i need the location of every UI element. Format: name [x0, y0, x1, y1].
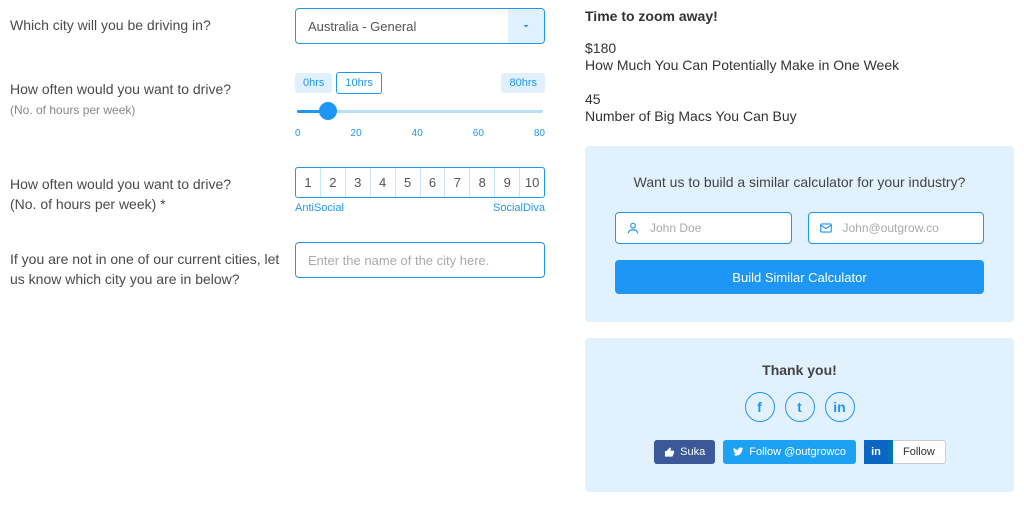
metric-value: $180 [585, 40, 1014, 56]
twitter-bird-icon [733, 447, 744, 458]
slider-ticks: 0 20 40 60 80 [295, 128, 545, 139]
metric-desc: How Much You Can Potentially Make in One… [585, 57, 1014, 73]
city-select[interactable]: Australia - General [295, 8, 545, 44]
facebook-like-button[interactable]: Suka [654, 440, 715, 464]
thanks-title: Thank you! [615, 362, 984, 378]
linkedin-badge-icon: in [864, 440, 888, 464]
name-placeholder: John Doe [650, 221, 701, 235]
thanks-card: Thank you! f t in Suka Follow @outgrowco… [585, 338, 1014, 492]
linkedin-follow-label: Follow [893, 440, 946, 464]
name-field[interactable]: John Doe [615, 212, 792, 244]
rating-cell[interactable]: 7 [445, 168, 470, 197]
question-rating-sub: (No. of hours per week) * [10, 195, 280, 215]
metric-desc: Number of Big Macs You Can Buy [585, 108, 1014, 124]
linkedin-icon[interactable]: in [825, 392, 855, 422]
rating-cell[interactable]: 6 [421, 168, 446, 197]
cta-card: Want us to build a similar calculator fo… [585, 146, 1014, 322]
rating-low: AntiSocial [295, 202, 344, 214]
twitter-follow-button[interactable]: Follow @outgrowco [723, 440, 856, 464]
results-headline: Time to zoom away! [585, 8, 1014, 24]
question-hours-sub: (No. of hours per week) [10, 103, 280, 117]
rating-cell[interactable]: 4 [371, 168, 396, 197]
question-hours-label: How often would you want to drive? [10, 80, 280, 100]
rating-cell[interactable]: 2 [321, 168, 346, 197]
city-select-value: Australia - General [308, 19, 416, 34]
rating-cell[interactable]: 5 [396, 168, 421, 197]
email-placeholder: John@outgrow.co [843, 221, 939, 235]
rating-high: SocialDiva [493, 202, 545, 214]
question-city-label: Which city will you be driving in? [10, 16, 280, 36]
linkedin-follow-button[interactable]: in Follow [864, 440, 945, 464]
slider-value-chip: 10hrs [336, 72, 382, 94]
follow-label: Follow @outgrowco [749, 446, 846, 458]
rating-cell[interactable]: 3 [346, 168, 371, 197]
other-city-input[interactable] [295, 242, 545, 278]
rating-cell[interactable]: 1 [296, 168, 321, 197]
thumbs-up-icon [664, 447, 675, 458]
facebook-icon[interactable]: f [745, 392, 775, 422]
cta-prompt: Want us to build a similar calculator fo… [615, 174, 984, 190]
build-calculator-button[interactable]: Build Similar Calculator [615, 260, 984, 294]
metric-value: 45 [585, 91, 1014, 107]
rating-cell[interactable]: 9 [495, 168, 520, 197]
like-label: Suka [680, 446, 705, 458]
rating-cell[interactable]: 8 [470, 168, 495, 197]
chevron-down-icon [508, 9, 544, 43]
hours-slider[interactable] [297, 104, 543, 118]
question-rating-label: How often would you want to drive? [10, 175, 280, 195]
slider-max-chip: 80hrs [501, 73, 545, 93]
twitter-icon[interactable]: t [785, 392, 815, 422]
user-icon [626, 221, 640, 235]
slider-min-chip: 0hrs [295, 73, 332, 93]
rating-cell[interactable]: 10 [520, 168, 544, 197]
slider-thumb[interactable] [319, 102, 337, 120]
mail-icon [819, 221, 833, 235]
hours-rating: 1 2 3 4 5 6 7 8 9 10 [295, 167, 545, 198]
question-other-city-label: If you are not in one of our current cit… [10, 250, 280, 289]
email-field[interactable]: John@outgrow.co [808, 212, 985, 244]
